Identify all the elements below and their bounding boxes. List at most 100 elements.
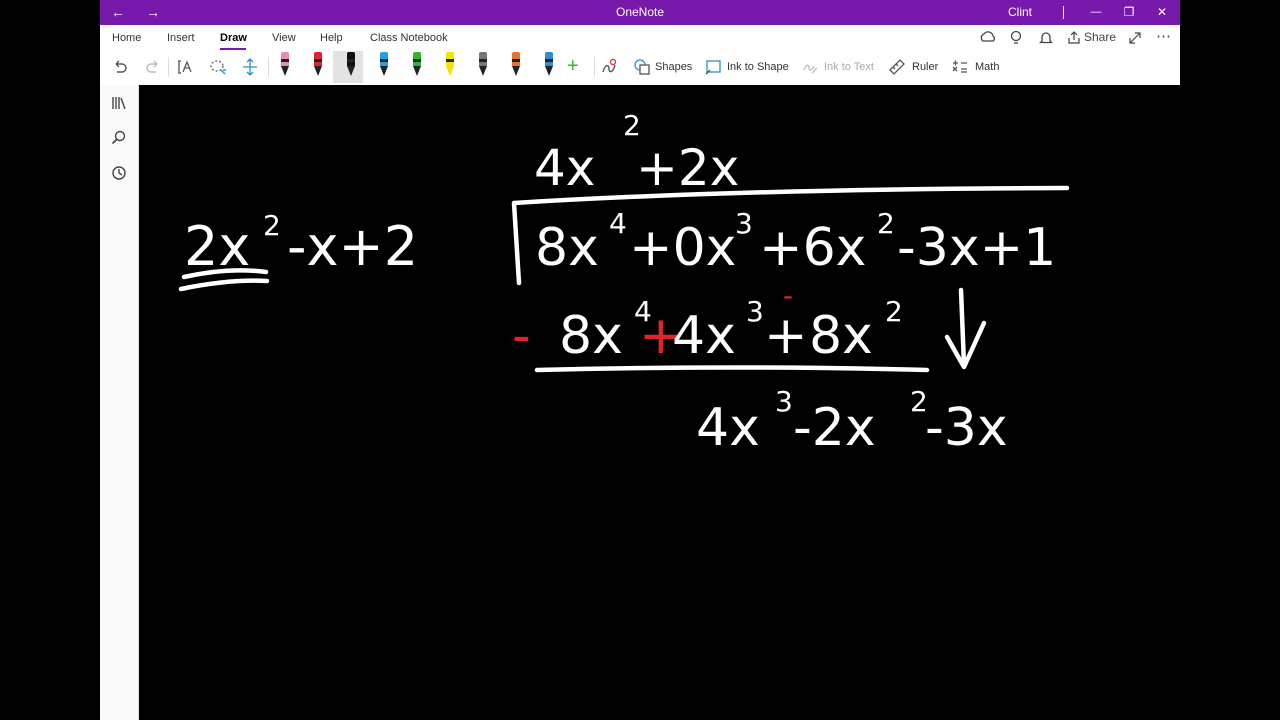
- ink-to-text-label: Ink to Text: [824, 61, 874, 73]
- navigation-sidebar: [100, 85, 139, 720]
- quotient-text: 4x: [534, 139, 595, 197]
- remainder-term-1: 4x: [696, 398, 760, 458]
- share-icon[interactable]: [1068, 31, 1081, 44]
- ink-replay-icon[interactable]: [600, 58, 618, 76]
- bring-down-arrow: [944, 287, 987, 370]
- remainder: 4x 3 -2x 2 -3x: [696, 385, 1008, 458]
- subtraction-row: - 8x 4 + 4x 3 + - 8x 2: [512, 279, 903, 366]
- ruler-icon: [889, 59, 905, 75]
- type-select-icon[interactable]: [177, 58, 195, 76]
- toolbar-divider: [268, 57, 269, 77]
- dividend-term-1: 8x: [535, 218, 599, 278]
- ink-to-shape-label: Ink to Shape: [727, 61, 789, 73]
- pen-gray-icon[interactable]: [476, 52, 490, 80]
- note-canvas[interactable]: 4x 2 +2x 2x 2 -x+2 8x 4 +0x 3 +6x 2 -3x+…: [139, 85, 1180, 720]
- minimize-button[interactable]: —: [1081, 0, 1111, 25]
- math-label: Math: [975, 61, 1000, 73]
- pen-green-icon[interactable]: [410, 52, 424, 80]
- ink-to-text-button[interactable]: Ink to Text: [802, 55, 874, 79]
- add-pen-icon[interactable]: +: [567, 55, 579, 78]
- remainder-term-2: -2x: [793, 398, 876, 458]
- pen-tip: [446, 66, 454, 76]
- pen-band: [281, 59, 289, 62]
- remainder-term-3: -3x: [925, 398, 1008, 458]
- ink-to-shape-button[interactable]: Ink to Shape: [705, 55, 789, 79]
- quotient-rest: +2x: [636, 139, 739, 197]
- pen-tip: [413, 66, 421, 76]
- highlighter-yellow-icon[interactable]: [443, 52, 457, 80]
- divisor-rest: -x+2: [287, 215, 418, 278]
- ink-to-shape-icon: [705, 60, 721, 75]
- divisor-exponent: 2: [263, 209, 281, 242]
- close-button[interactable]: ✕: [1147, 0, 1177, 25]
- pen-teal-icon[interactable]: [542, 52, 556, 80]
- dividend-term-4: -3x+1: [897, 218, 1056, 278]
- pen-band: [347, 59, 355, 62]
- remainder-exp-1: 3: [775, 385, 793, 418]
- quotient-term: 4x 2 +2x: [534, 109, 739, 197]
- notebooks-icon[interactable]: [111, 95, 127, 111]
- math-icon: [952, 60, 967, 73]
- ruler-button[interactable]: Ruler: [888, 55, 938, 79]
- bell-icon[interactable]: [1039, 30, 1053, 46]
- pen-band: [380, 59, 388, 62]
- titlebar-separator: [1063, 6, 1064, 19]
- subtract-exp-3: 2: [885, 295, 903, 328]
- lasso-select-icon[interactable]: [209, 58, 227, 76]
- dividend-exp-1: 4: [609, 207, 627, 240]
- active-tab-indicator: [220, 48, 246, 50]
- shapes-icon: [634, 59, 650, 75]
- subtract-term-2: 4x: [672, 306, 736, 366]
- toolbar-divider: [168, 57, 169, 77]
- red-minus-small: -: [783, 279, 793, 312]
- dividend-exp-2: 3: [735, 207, 753, 240]
- tab-draw[interactable]: Draw: [220, 32, 247, 44]
- pen-black-icon[interactable]: [344, 52, 358, 80]
- restore-button[interactable]: ❐: [1114, 0, 1144, 25]
- subtract-term-1: 8x: [559, 306, 623, 366]
- tab-home[interactable]: Home: [112, 32, 141, 44]
- toolbar-divider: [594, 57, 595, 77]
- tab-class-notebook[interactable]: Class Notebook: [370, 32, 448, 44]
- ribbon: Home Insert Draw View Help Class Noteboo…: [100, 25, 1180, 86]
- dividend-term-2: +0x: [629, 218, 736, 278]
- pen-band: [512, 59, 520, 62]
- add-space-icon[interactable]: [241, 58, 259, 76]
- math-button[interactable]: Math: [951, 55, 999, 79]
- shapes-label: Shapes: [655, 61, 693, 73]
- ruler-label: Ruler: [912, 61, 939, 73]
- pen-tip: [314, 66, 322, 76]
- dividend-exp-3: 2: [877, 207, 895, 240]
- recent-notes-icon[interactable]: [111, 165, 127, 181]
- more-options-icon[interactable]: ⋯: [1156, 27, 1171, 45]
- divisor: 2x 2 -x+2: [184, 209, 418, 278]
- user-name[interactable]: Clint: [1008, 0, 1032, 25]
- ink-drawing[interactable]: 4x 2 +2x 2x 2 -x+2 8x 4 +0x 3 +6x 2 -3x+…: [139, 85, 1180, 720]
- pen-pink-icon[interactable]: [278, 52, 292, 80]
- pen-blue-icon[interactable]: [377, 52, 391, 80]
- pen-tip: [512, 66, 520, 76]
- tab-insert[interactable]: Insert: [167, 32, 195, 44]
- search-icon[interactable]: [111, 130, 127, 146]
- redo-icon[interactable]: [145, 59, 161, 75]
- divisor-underline: [178, 268, 270, 292]
- dividend: 8x 4 +0x 3 +6x 2 -3x+1: [535, 207, 1056, 278]
- pen-tip: [347, 66, 355, 76]
- red-minus-sign: -: [512, 306, 531, 366]
- pen-galaxy-icon[interactable]: [509, 52, 523, 80]
- subtract-plus: +: [764, 306, 808, 366]
- shapes-button[interactable]: Shapes: [633, 55, 692, 79]
- share-button[interactable]: Share: [1084, 30, 1116, 44]
- pen-red-icon[interactable]: [311, 52, 325, 80]
- expand-icon[interactable]: [1128, 31, 1142, 45]
- lightbulb-icon[interactable]: [1010, 30, 1022, 46]
- pen-band: [479, 59, 487, 62]
- pen-band: [413, 59, 421, 62]
- pen-band: [446, 59, 454, 62]
- pen-band: [545, 59, 553, 62]
- tab-view[interactable]: View: [272, 32, 296, 44]
- sync-status-icon[interactable]: [980, 31, 996, 45]
- tab-help[interactable]: Help: [320, 32, 343, 44]
- pen-tip: [479, 66, 487, 76]
- undo-icon[interactable]: [112, 59, 128, 75]
